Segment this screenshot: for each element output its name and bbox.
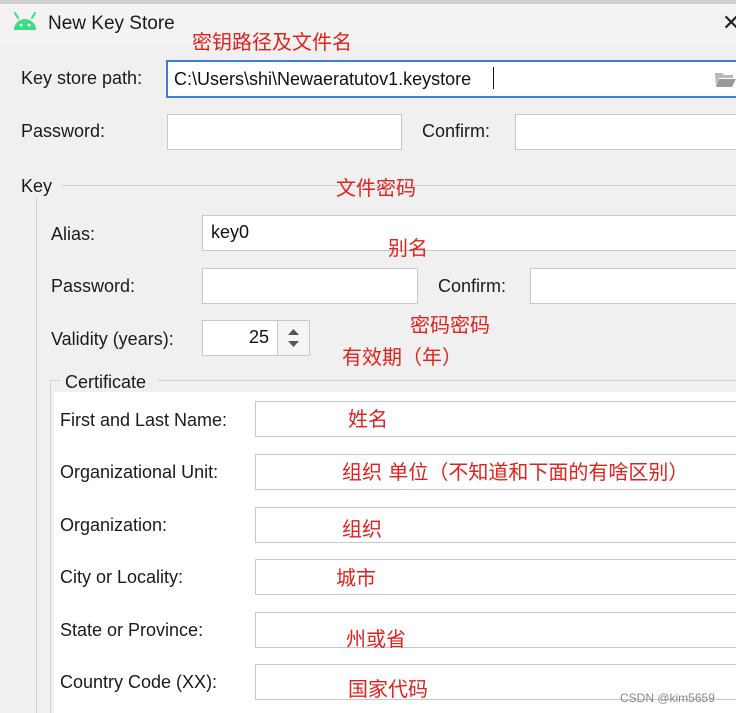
close-button[interactable]: ✕: [722, 10, 736, 36]
key-section-label: Key: [21, 176, 53, 196]
first-last-name-input[interactable]: [255, 401, 736, 437]
key-password-label: Password:: [51, 276, 136, 296]
state-input[interactable]: [255, 612, 736, 648]
country-code-label: Country Code (XX):: [60, 672, 218, 692]
alias-input[interactable]: key0: [202, 215, 736, 251]
annotation-validity: 有效期（年）: [342, 345, 462, 369]
annotation-organization: 组织: [342, 517, 382, 541]
spinner-arrows-icon: [288, 329, 299, 347]
keystore-password-label: Password:: [21, 121, 106, 141]
alias-label: Alias:: [51, 224, 96, 244]
annotation-name: 姓名: [348, 407, 388, 431]
android-icon: [14, 12, 36, 30]
annotation-file-password: 文件密码: [336, 176, 416, 200]
validity-spinner[interactable]: [277, 320, 310, 356]
key-section-border: [36, 198, 37, 713]
city-input[interactable]: [255, 559, 736, 595]
annotation-country: 国家代码: [348, 677, 428, 701]
annotation-org-unit: 组织 单位（不知道和下面的有啥区别）: [342, 460, 689, 484]
annotation-key-password: 密码密码: [410, 313, 490, 337]
organization-input[interactable]: [255, 507, 736, 543]
certificate-divider-right: [157, 380, 736, 381]
key-confirm-input[interactable]: [530, 268, 736, 304]
keystore-confirm-label: Confirm:: [422, 121, 491, 141]
folder-icon[interactable]: [714, 70, 736, 88]
window-title: New Key Store: [48, 13, 175, 34]
city-label: City or Locality:: [60, 567, 184, 587]
keystore-path-label: Key store path:: [21, 68, 143, 88]
keystore-password-input[interactable]: [167, 114, 402, 150]
certificate-section-label: Certificate: [65, 372, 147, 392]
annotation-alias: 别名: [388, 236, 428, 260]
watermark: CSDN @kim5659: [620, 691, 715, 705]
org-unit-label: Organizational Unit:: [60, 462, 219, 482]
validity-label: Validity (years):: [51, 329, 174, 349]
certificate-border: [50, 380, 51, 713]
state-label: State or Province:: [60, 620, 204, 640]
first-last-name-label: First and Last Name:: [60, 410, 228, 430]
organization-label: Organization:: [60, 515, 168, 535]
key-password-input[interactable]: [202, 268, 418, 304]
certificate-divider-left: [50, 380, 60, 381]
key-confirm-label: Confirm:: [438, 276, 507, 296]
annotation-state: 州或省: [346, 627, 406, 651]
text-cursor: [493, 67, 494, 89]
keystore-confirm-input[interactable]: [515, 114, 736, 150]
annotation-city: 城市: [336, 566, 376, 590]
annotation-keystore-path: 密钥路径及文件名: [192, 30, 352, 54]
keystore-path-input[interactable]: C:\Users\shi\Newaeratutov1.keystore: [166, 60, 736, 98]
validity-input[interactable]: 25: [202, 320, 278, 356]
